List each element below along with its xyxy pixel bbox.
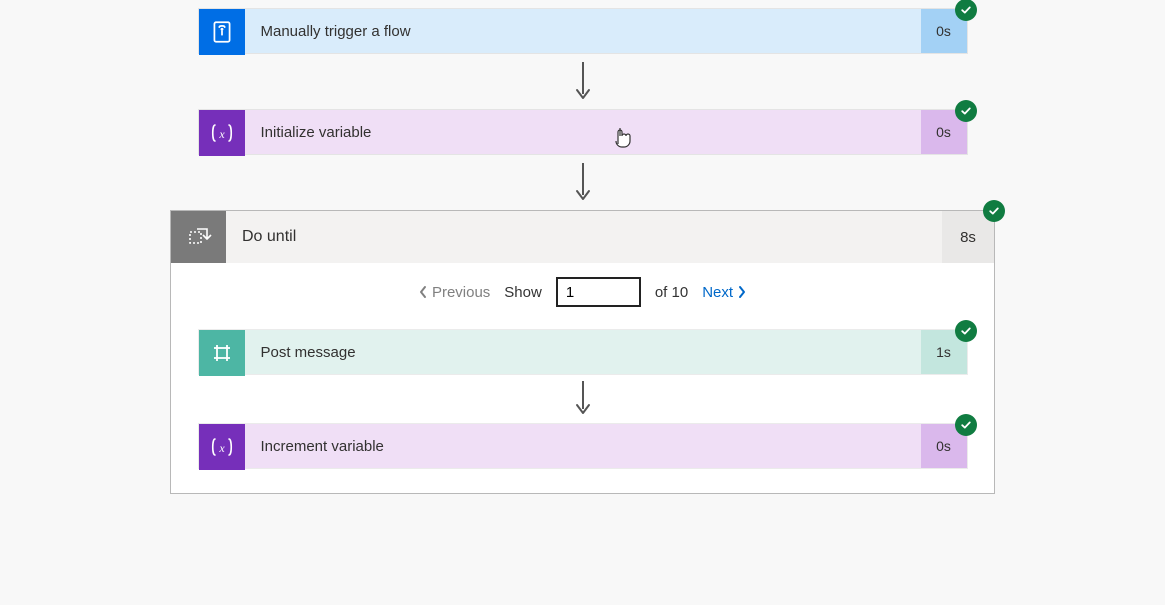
loop-icon xyxy=(171,211,226,263)
next-label: Next xyxy=(702,284,733,301)
step-increment-variable[interactable]: x Increment variable 0s xyxy=(198,423,968,469)
previous-button[interactable]: Previous xyxy=(418,284,490,301)
loop-do-until: Do until 8s Previous Show of 10 Next xyxy=(170,210,995,494)
show-label: Show xyxy=(504,284,542,301)
variable-icon: x xyxy=(199,424,245,470)
connector-arrow xyxy=(571,54,595,109)
success-badge xyxy=(955,100,977,122)
previous-label: Previous xyxy=(432,284,490,301)
iteration-input[interactable] xyxy=(556,277,641,307)
trigger-icon xyxy=(199,9,245,55)
chevron-left-icon xyxy=(418,285,428,299)
step-post-message[interactable]: Post message 1s xyxy=(198,329,968,375)
iteration-pager: Previous Show of 10 Next xyxy=(197,277,968,307)
connector-arrow xyxy=(571,375,595,423)
success-badge xyxy=(955,320,977,342)
success-badge xyxy=(955,414,977,436)
step-trigger[interactable]: Manually trigger a flow 0s xyxy=(198,8,968,54)
loop-body: Previous Show of 10 Next xyxy=(171,263,994,493)
chevron-right-icon xyxy=(737,285,747,299)
step-initialize-variable[interactable]: x Initialize variable 0s xyxy=(198,109,968,155)
connector-arrow xyxy=(571,155,595,210)
step-label: Manually trigger a flow xyxy=(245,9,921,53)
next-button[interactable]: Next xyxy=(702,284,747,301)
success-badge xyxy=(955,0,977,21)
svg-text:x: x xyxy=(218,127,225,141)
variable-icon: x xyxy=(199,110,245,156)
of-label: of 10 xyxy=(655,284,688,301)
loop-header[interactable]: Do until 8s xyxy=(171,211,994,263)
svg-text:x: x xyxy=(218,441,225,455)
step-label: Initialize variable xyxy=(245,110,921,154)
step-label: Post message xyxy=(245,330,921,374)
step-label: Increment variable xyxy=(245,424,921,468)
loop-title: Do until xyxy=(226,211,942,263)
slack-icon xyxy=(199,330,245,376)
success-badge xyxy=(983,200,1005,222)
flow-canvas: Manually trigger a flow 0s x Initialize … xyxy=(0,0,1165,605)
